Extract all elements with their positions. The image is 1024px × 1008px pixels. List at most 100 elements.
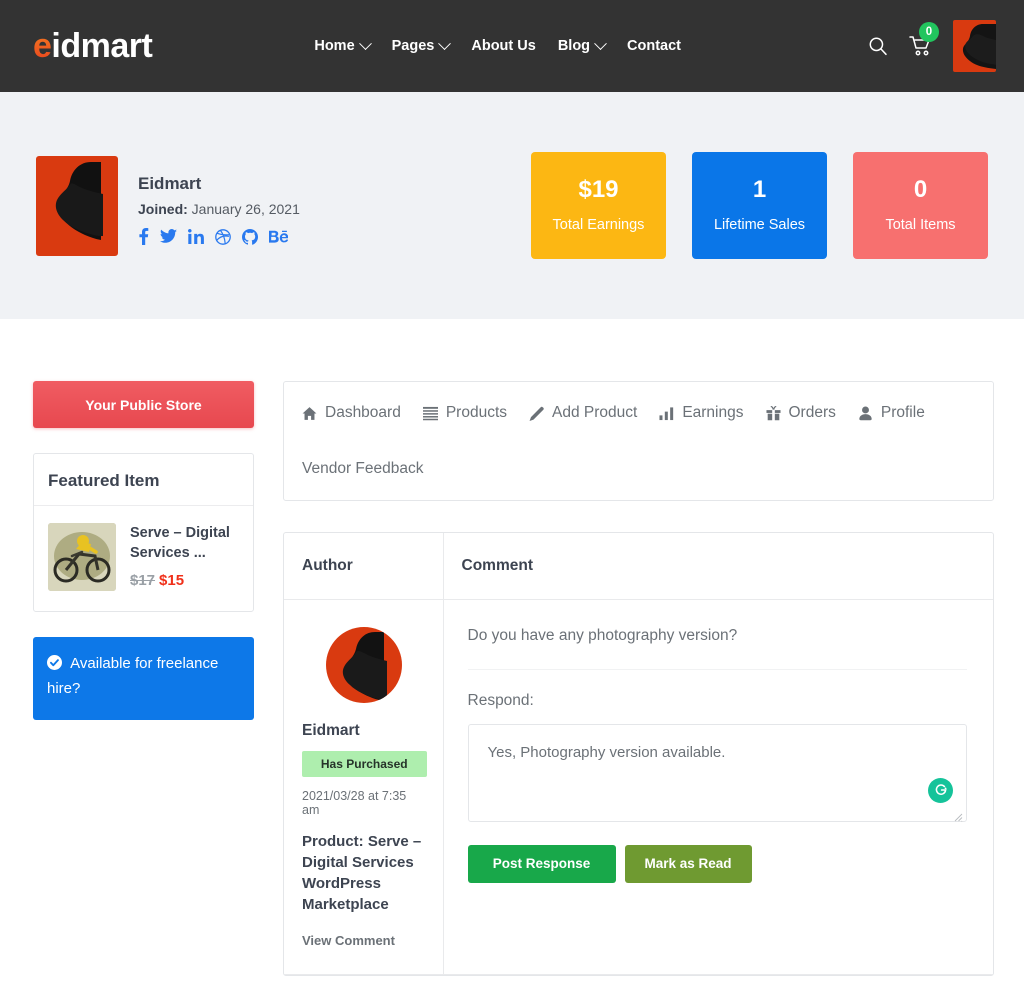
tab-add-product[interactable]: Add Product — [529, 404, 637, 422]
author-avatar — [326, 626, 403, 703]
nav-item-contact[interactable]: Contact — [627, 38, 681, 54]
vendor-joined: Joined: January 26, 2021 — [138, 201, 300, 217]
price-original: $17 — [130, 572, 156, 590]
pencil-icon — [529, 406, 544, 421]
sidebar: Your Public Store Featured Item Serve – … — [33, 381, 254, 720]
mark-as-read-button[interactable]: Mark as Read — [624, 844, 752, 883]
twitter-icon[interactable] — [160, 229, 177, 244]
vendor-identity: Eidmart Joined: January 26, 2021 — [36, 155, 300, 256]
comment-actions: Post Response Mark as Read — [467, 844, 968, 883]
nav-label: Blog — [557, 38, 591, 54]
tab-products[interactable]: Products — [422, 404, 507, 422]
product-label: Product: — [302, 832, 364, 850]
featured-item-thumbnail[interactable] — [48, 523, 116, 591]
respond-textarea[interactable] — [467, 723, 967, 822]
behance-icon[interactable] — [269, 230, 288, 243]
respond-field-wrapper — [467, 723, 967, 827]
featured-item-panel: Featured Item Serve – Digital Services .… — [33, 453, 254, 612]
vendor-tabs: Dashboard Products Add Product Earnings … — [302, 404, 975, 478]
featured-item-name[interactable]: Serve – Digital Services ... — [130, 524, 239, 563]
featured-item-title: Featured Item — [34, 454, 253, 506]
stat-card-total-earnings[interactable]: $19 Total Earnings — [531, 152, 666, 259]
chevron-down-icon — [594, 36, 607, 50]
nav-label: Contact — [627, 38, 682, 54]
tab-label: Orders — [788, 404, 836, 421]
comments-table-body: Eidmart Has Purchased 2021/03/28 at 7:35… — [284, 599, 993, 975]
featured-item-prices: $17 $15 — [130, 572, 239, 589]
main-navigation: Home Pages About Us Blog Contact — [314, 36, 681, 54]
chevron-down-icon — [358, 36, 372, 50]
nav-item-pages[interactable]: Pages — [391, 36, 452, 54]
stat-value: 1 — [752, 176, 767, 203]
joined-label: Joined: — [138, 201, 188, 218]
post-response-button[interactable]: Post Response — [467, 844, 616, 883]
tab-vendor-feedback[interactable]: Vendor Feedback — [302, 460, 424, 478]
price-sale: $15 — [159, 572, 185, 590]
freelance-availability-box[interactable]: Available for freelance hire? — [33, 637, 254, 720]
tab-label: Add Product — [552, 404, 638, 421]
stat-label: Total Items — [885, 217, 956, 233]
stat-value: 0 — [913, 176, 928, 203]
site-header: eidmart Home Pages About Us Blog Contact — [0, 0, 1024, 92]
avatar[interactable] — [953, 20, 996, 72]
product-reference: Product: Serve – Digital Services WordPr… — [302, 831, 427, 916]
social-links — [138, 228, 300, 246]
comment-timestamp: 2021/03/28 at 7:35 am — [302, 788, 407, 817]
grammarly-icon[interactable] — [928, 777, 953, 803]
tab-profile[interactable]: Profile — [858, 404, 925, 422]
column-header-author: Author — [284, 533, 444, 600]
nav-label: Pages — [391, 38, 435, 54]
github-icon[interactable] — [242, 228, 258, 245]
search-icon[interactable] — [868, 36, 888, 56]
gift-icon — [765, 405, 781, 421]
vendor-tabs-panel: Dashboard Products Add Product Earnings … — [283, 381, 994, 501]
comment-body: Do you have any photography version? — [467, 627, 967, 670]
author-name[interactable]: Eidmart — [302, 722, 427, 740]
check-circle-icon — [47, 655, 66, 672]
stat-card-lifetime-sales[interactable]: 1 Lifetime Sales — [692, 152, 827, 259]
header-actions: 0 — [868, 20, 996, 72]
bar-chart-icon — [659, 406, 674, 421]
tab-label: Earnings — [682, 404, 744, 421]
tab-dashboard[interactable]: Dashboard — [302, 404, 401, 422]
tab-label: Products — [445, 404, 507, 421]
stat-card-total-items[interactable]: 0 Total Items — [853, 152, 988, 259]
stat-label: Total Earnings — [552, 217, 645, 233]
nav-item-about-us[interactable]: About Us — [471, 38, 535, 54]
logo-initial: e — [33, 27, 52, 65]
table-row: Eidmart Has Purchased 2021/03/28 at 7:35… — [284, 599, 993, 975]
list-icon — [422, 406, 438, 421]
your-public-store-button[interactable]: Your Public Store — [33, 381, 254, 428]
page-content: Your Public Store Featured Item Serve – … — [0, 319, 1024, 976]
comment-cell: Do you have any photography version? Res… — [443, 599, 993, 975]
stat-value: $19 — [578, 176, 619, 203]
view-comment-link[interactable]: View Comment — [302, 933, 427, 948]
chevron-down-icon — [438, 36, 452, 50]
tab-label: Vendor Feedback — [302, 460, 424, 477]
dribbble-icon[interactable] — [215, 228, 231, 245]
author-cell: Eidmart Has Purchased 2021/03/28 at 7:35… — [284, 599, 444, 975]
home-icon — [302, 406, 317, 421]
main-column: Dashboard Products Add Product Earnings … — [283, 381, 994, 976]
site-logo[interactable]: eidmart — [33, 27, 153, 65]
status-badge: Has Purchased — [302, 750, 427, 777]
vendor-profile-banner: Eidmart Joined: January 26, 2021 $19 Tot… — [0, 92, 1024, 319]
tab-earnings[interactable]: Earnings — [659, 404, 744, 422]
vendor-avatar — [36, 155, 118, 256]
table-header-row: Author Comment — [284, 533, 993, 600]
linkedin-icon[interactable] — [188, 229, 204, 245]
comments-table: Author Comment Eidmart Has Purchased 202… — [284, 533, 993, 975]
tab-label: Dashboard — [325, 404, 401, 421]
freelance-label: Available for freelance hire? — [47, 655, 219, 697]
tab-orders[interactable]: Orders — [765, 404, 836, 422]
cart-icon[interactable]: 0 — [909, 22, 939, 57]
nav-label: About Us — [471, 38, 536, 54]
vendor-name: Eidmart — [138, 173, 202, 193]
logo-text: idmart — [51, 27, 153, 65]
stats-cards: $19 Total Earnings 1 Lifetime Sales 0 To… — [531, 152, 988, 259]
nav-item-blog[interactable]: Blog — [557, 36, 607, 54]
vendor-feedback-panel: Author Comment Eidmart Has Purchased 202… — [283, 532, 994, 976]
respond-label: Respond: — [467, 691, 534, 709]
facebook-icon[interactable] — [138, 228, 149, 246]
nav-item-home[interactable]: Home — [314, 36, 372, 54]
